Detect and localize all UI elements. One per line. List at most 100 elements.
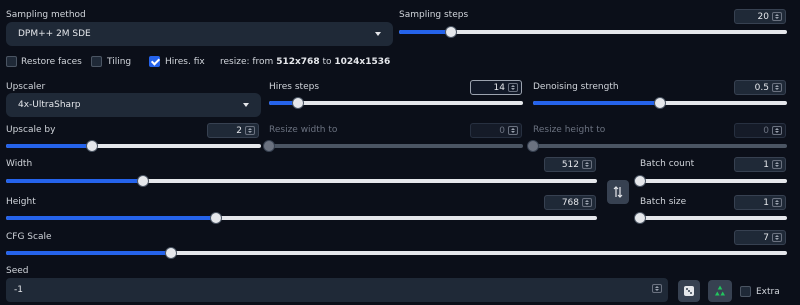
slider-fill [399, 30, 451, 34]
width-slider[interactable] [6, 175, 597, 187]
swap-dimensions-button[interactable] [607, 180, 629, 204]
upscale-by-label: Upscale by [6, 125, 56, 135]
width-value: 512 [561, 159, 579, 170]
seed-label: Seed [6, 266, 29, 276]
width-label: Width [6, 159, 33, 169]
tiling-label: Tiling [107, 57, 132, 67]
batch-size-input[interactable]: 1 [734, 195, 786, 210]
reuse-seed-button[interactable] [708, 280, 732, 302]
batch-count-label: Batch count [640, 159, 695, 169]
slider-fill [6, 144, 93, 148]
upscale-by-value: 2 [236, 125, 242, 136]
recycle-icon [715, 285, 725, 296]
slider-thumb[interactable] [634, 175, 646, 187]
resize-to-word: to [319, 57, 335, 67]
upscaler-value: 4x-UltraSharp [18, 100, 81, 110]
slider-fill [6, 216, 216, 220]
swap-arrows-icon [613, 186, 623, 198]
restore-faces-label: Restore faces [21, 57, 82, 67]
sampling-steps-label: Sampling steps [399, 10, 469, 20]
restore-faces-checkbox[interactable] [6, 56, 17, 67]
resize-from: 512x768 [276, 57, 320, 67]
random-seed-button[interactable] [678, 280, 700, 302]
slider-thumb[interactable] [164, 247, 177, 259]
spinner-icon[interactable] [245, 126, 255, 135]
sampling-steps-input[interactable]: 20 [734, 9, 786, 24]
hires-steps-label: Hires steps [269, 82, 320, 92]
hires-steps-slider[interactable] [269, 97, 523, 109]
batch-count-input[interactable]: 1 [734, 157, 786, 172]
cfg-scale-slider[interactable] [6, 247, 787, 259]
resize-height-input: 0 [734, 123, 786, 138]
dice-icon [684, 286, 694, 296]
slider-fill [6, 251, 171, 255]
cfg-scale-value: 7 [763, 232, 769, 243]
slider-thumb[interactable] [86, 140, 99, 152]
tiling-checkbox[interactable] [91, 56, 102, 67]
slider-thumb[interactable] [292, 97, 305, 109]
resize-to: 1024x1536 [334, 57, 391, 67]
resize-width-label: Resize width to [269, 125, 338, 135]
upscaler-label: Upscaler [6, 82, 46, 92]
cfg-scale-input[interactable]: 7 [734, 230, 786, 245]
extra-checkbox[interactable] [740, 286, 751, 297]
resize-width-value: 0 [499, 125, 505, 136]
chevron-down-icon [375, 32, 381, 36]
resize-info: resize: from 512x768 to 1024x1536 [220, 57, 390, 67]
hires-fix-checkbox[interactable] [149, 56, 160, 67]
resize-height-label: Resize height to [533, 125, 606, 135]
sampling-steps-slider[interactable] [399, 26, 787, 38]
slider-thumb[interactable] [444, 26, 457, 38]
spinner-icon[interactable] [582, 160, 592, 169]
slider-thumb[interactable] [654, 97, 666, 109]
sampling-method-value: DPM++ 2M SDE [18, 29, 91, 39]
batch-count-slider[interactable] [634, 175, 787, 187]
width-input[interactable]: 512 [544, 157, 596, 172]
cfg-scale-label: CFG Scale [6, 232, 52, 242]
spinner-icon[interactable] [772, 83, 782, 92]
hires-steps-input[interactable]: 14 [470, 80, 522, 95]
denoising-label: Denoising strength [533, 82, 619, 92]
slider-thumb [263, 140, 275, 152]
denoising-input[interactable]: 0.5 [734, 80, 786, 95]
extra-label: Extra [756, 287, 780, 297]
spinner-icon[interactable] [508, 83, 518, 92]
batch-size-value: 1 [763, 197, 769, 208]
resize-info-prefix: resize: from [220, 57, 277, 67]
resize-height-value: 0 [763, 125, 769, 136]
upscale-by-input[interactable]: 2 [207, 123, 259, 138]
height-slider[interactable] [6, 212, 597, 224]
height-value: 768 [561, 197, 579, 208]
spinner-icon[interactable] [772, 160, 782, 169]
spinner-icon[interactable] [772, 198, 782, 207]
spinner-icon[interactable] [582, 198, 592, 207]
denoising-value: 0.5 [754, 82, 769, 93]
height-input[interactable]: 768 [544, 195, 596, 210]
denoising-slider[interactable] [533, 97, 787, 109]
spinner-icon[interactable] [772, 233, 782, 242]
slider-thumb[interactable] [634, 212, 646, 224]
upscale-by-slider[interactable] [6, 140, 261, 152]
chevron-down-icon [243, 103, 249, 107]
slider-thumb[interactable] [137, 175, 150, 187]
slider-thumb [527, 140, 539, 152]
batch-size-slider[interactable] [634, 212, 787, 224]
hires-fix-label: Hires. fix [165, 57, 205, 67]
height-label: Height [6, 197, 36, 207]
slider-fill [533, 101, 660, 105]
resize-width-input: 0 [470, 123, 522, 138]
upscaler-dropdown[interactable]: 4x-UltraSharp [6, 93, 261, 117]
hires-steps-value: 14 [493, 82, 505, 93]
seed-input[interactable]: -1 [6, 278, 668, 302]
spinner-icon [772, 126, 782, 135]
slider-fill [6, 179, 144, 183]
spinner-icon[interactable] [772, 12, 782, 21]
spinner-icon [508, 126, 518, 135]
slider-thumb[interactable] [209, 212, 222, 224]
batch-size-label: Batch size [640, 197, 687, 207]
sampling-method-label: Sampling method [6, 10, 86, 20]
spinner-icon[interactable] [652, 284, 662, 293]
sampling-method-dropdown[interactable]: DPM++ 2M SDE [6, 22, 393, 46]
resize-height-slider [527, 140, 787, 152]
batch-count-value: 1 [763, 159, 769, 170]
